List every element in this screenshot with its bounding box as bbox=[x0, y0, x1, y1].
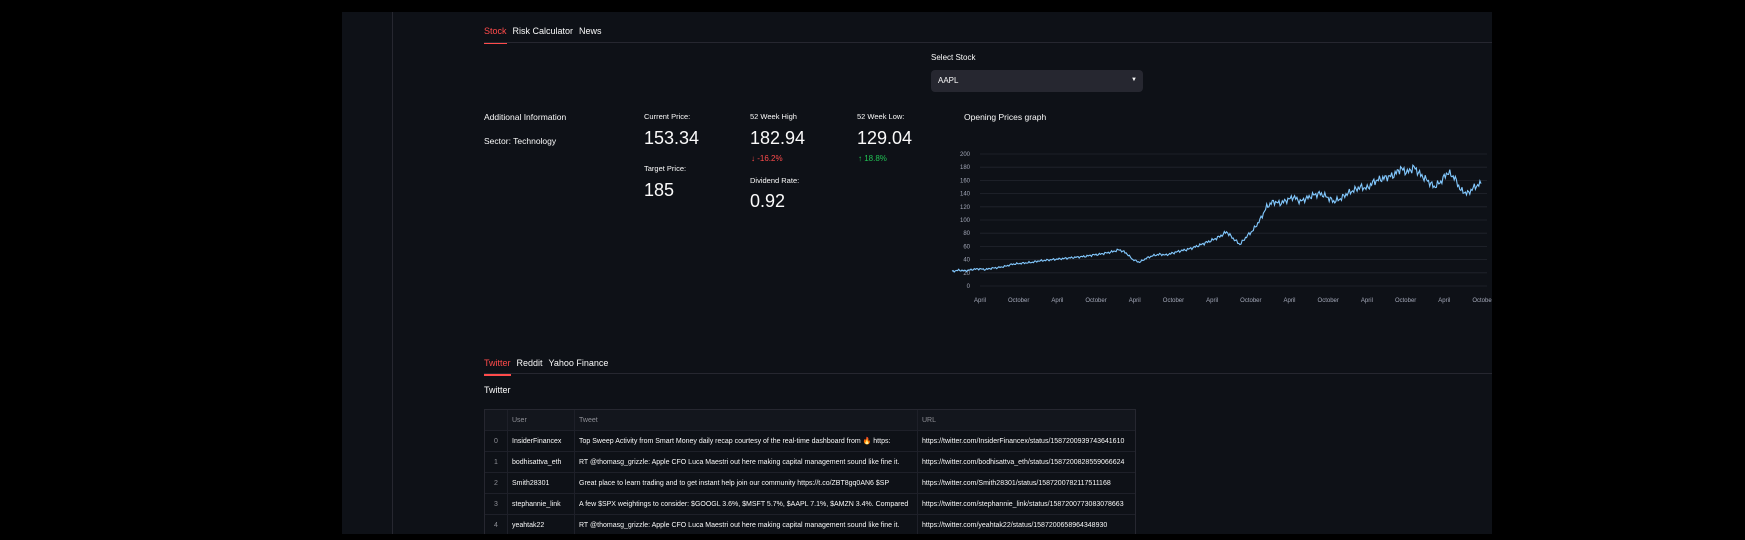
cell-tweet[interactable]: Top Sweep Activity from Smart Money dail… bbox=[574, 431, 917, 451]
chart-title: Opening Prices graph bbox=[964, 112, 1047, 122]
table-row[interactable]: 3 stephannie_link A few $SPX weightings … bbox=[485, 494, 1135, 515]
current-price-label: Current Price: bbox=[644, 112, 691, 121]
row-index: 1 bbox=[494, 458, 498, 466]
week52-high-delta-text: -16.2% bbox=[757, 154, 783, 163]
y-tick-label: 60 bbox=[963, 244, 970, 250]
x-tick-label: April bbox=[1206, 298, 1218, 304]
x-tick-label: April bbox=[1051, 298, 1063, 304]
cell-user[interactable]: yeahtak22 bbox=[507, 515, 574, 534]
week52-low-value: 129.04 bbox=[857, 128, 913, 148]
cell-url[interactable]: https://twitter.com/InsiderFinancex/stat… bbox=[917, 431, 1138, 451]
row-index: 3 bbox=[494, 500, 498, 508]
stock-select-value: AAPL bbox=[938, 76, 959, 85]
column-header-tweet[interactable]: Tweet bbox=[574, 410, 917, 430]
additional-info-heading: Additional Information bbox=[484, 112, 567, 122]
y-tick-label: 100 bbox=[960, 218, 971, 224]
y-tick-label: 40 bbox=[963, 258, 970, 264]
sidebar-collapsed bbox=[342, 12, 393, 534]
y-tick-label: 160 bbox=[960, 178, 971, 184]
row-index: 0 bbox=[494, 437, 498, 445]
x-tick-label: October bbox=[1008, 298, 1029, 304]
x-tick-label: October bbox=[1318, 298, 1339, 304]
current-price-value: 153.34 bbox=[644, 128, 700, 148]
series-line-adj-close bbox=[951, 164, 1482, 273]
x-tick-label: October bbox=[1163, 298, 1184, 304]
column-header-url[interactable]: URL bbox=[917, 410, 1138, 430]
cell-user[interactable]: bodhisattva_eth bbox=[507, 452, 574, 472]
column-header-user[interactable]: User bbox=[507, 410, 574, 430]
x-tick-label: April bbox=[1129, 298, 1141, 304]
x-tick-label: October bbox=[1085, 298, 1106, 304]
cell-user[interactable]: Smith28301 bbox=[507, 473, 574, 493]
table-header: User Tweet URL bbox=[485, 410, 1135, 431]
y-tick-label: 180 bbox=[960, 165, 971, 171]
cell-url[interactable]: https://twitter.com/yeahtak22/status/158… bbox=[917, 515, 1138, 534]
x-tick-label: October bbox=[1472, 298, 1492, 304]
section-title: Twitter bbox=[484, 385, 511, 395]
target-price-label: Target Price: bbox=[644, 164, 687, 173]
week52-low-label: 52 Week Low: bbox=[857, 112, 905, 121]
y-tick-label: 80 bbox=[963, 231, 970, 237]
week52-low-delta: ↑ 18.8% bbox=[858, 154, 887, 163]
dividend-rate-value: 0.92 bbox=[750, 191, 786, 211]
cell-url[interactable]: https://twitter.com/bodhisattva_eth/stat… bbox=[917, 452, 1138, 472]
week52-low-delta-text: 18.8% bbox=[864, 154, 887, 163]
cell-url[interactable]: https://twitter.com/stephannie_link/stat… bbox=[917, 494, 1138, 514]
cell-tweet[interactable]: Great place to learn trading and to get … bbox=[574, 473, 917, 493]
x-tick-label: April bbox=[1438, 298, 1450, 304]
tab-divider bbox=[484, 42, 1492, 43]
x-tick-label: April bbox=[974, 298, 986, 304]
select-stock-label: Select Stock bbox=[931, 53, 976, 62]
table-row[interactable]: 0 InsiderFinancex Top Sweep Activity fro… bbox=[485, 431, 1135, 452]
y-tick-label: 140 bbox=[960, 192, 971, 198]
table-row[interactable]: 1 bodhisattva_eth RT @thomasg_grizzle: A… bbox=[485, 452, 1135, 473]
y-tick-label: 200 bbox=[960, 152, 971, 158]
target-price-value: 185 bbox=[644, 180, 675, 200]
week52-high-delta: ↓ -16.2% bbox=[751, 154, 783, 163]
table-row[interactable]: 2 Smith28301 Great place to learn tradin… bbox=[485, 473, 1135, 494]
cell-tweet[interactable]: A few $SPX weightings to consider: $GOOG… bbox=[574, 494, 917, 514]
dividend-rate-label: Dividend Rate: bbox=[750, 176, 800, 185]
x-tick-label: October bbox=[1395, 298, 1416, 304]
app-window: Stock Risk Calculator News Select Stock … bbox=[342, 12, 1492, 534]
x-tick-label: April bbox=[1361, 298, 1373, 304]
y-tick-label: 0 bbox=[967, 284, 971, 290]
cell-url[interactable]: https://twitter.com/Smith28301/status/15… bbox=[917, 473, 1138, 493]
cell-user[interactable]: stephannie_link bbox=[507, 494, 574, 514]
sector-text: Sector: Technology bbox=[484, 136, 557, 146]
source-tab-divider bbox=[484, 373, 1492, 374]
row-index: 2 bbox=[494, 479, 498, 487]
week52-high-label: 52 Week High bbox=[750, 112, 797, 121]
cell-tweet[interactable]: RT @thomasg_grizzle: Apple CFO Luca Maes… bbox=[574, 452, 917, 472]
week52-high-value: 182.94 bbox=[750, 128, 806, 148]
cell-user[interactable]: InsiderFinancex bbox=[507, 431, 574, 451]
x-tick-label: October bbox=[1240, 298, 1261, 304]
opening-prices-chart[interactable]: 020406080100120140160180200April October A… bbox=[942, 132, 1492, 312]
tweets-table[interactable]: User Tweet URL 0 InsiderFinancex Top Swe… bbox=[484, 409, 1136, 534]
chevron-down-icon: ▼ bbox=[1131, 77, 1137, 83]
x-tick-label: April bbox=[1284, 298, 1296, 304]
y-tick-label: 120 bbox=[960, 205, 971, 211]
row-index: 4 bbox=[494, 521, 498, 529]
table-row[interactable]: 4 yeahtak22 RT @thomasg_grizzle: Apple C… bbox=[485, 515, 1135, 534]
cell-tweet[interactable]: RT @thomasg_grizzle: Apple CFO Luca Maes… bbox=[574, 515, 917, 534]
stock-select[interactable]: AAPL ▼ bbox=[931, 70, 1143, 92]
